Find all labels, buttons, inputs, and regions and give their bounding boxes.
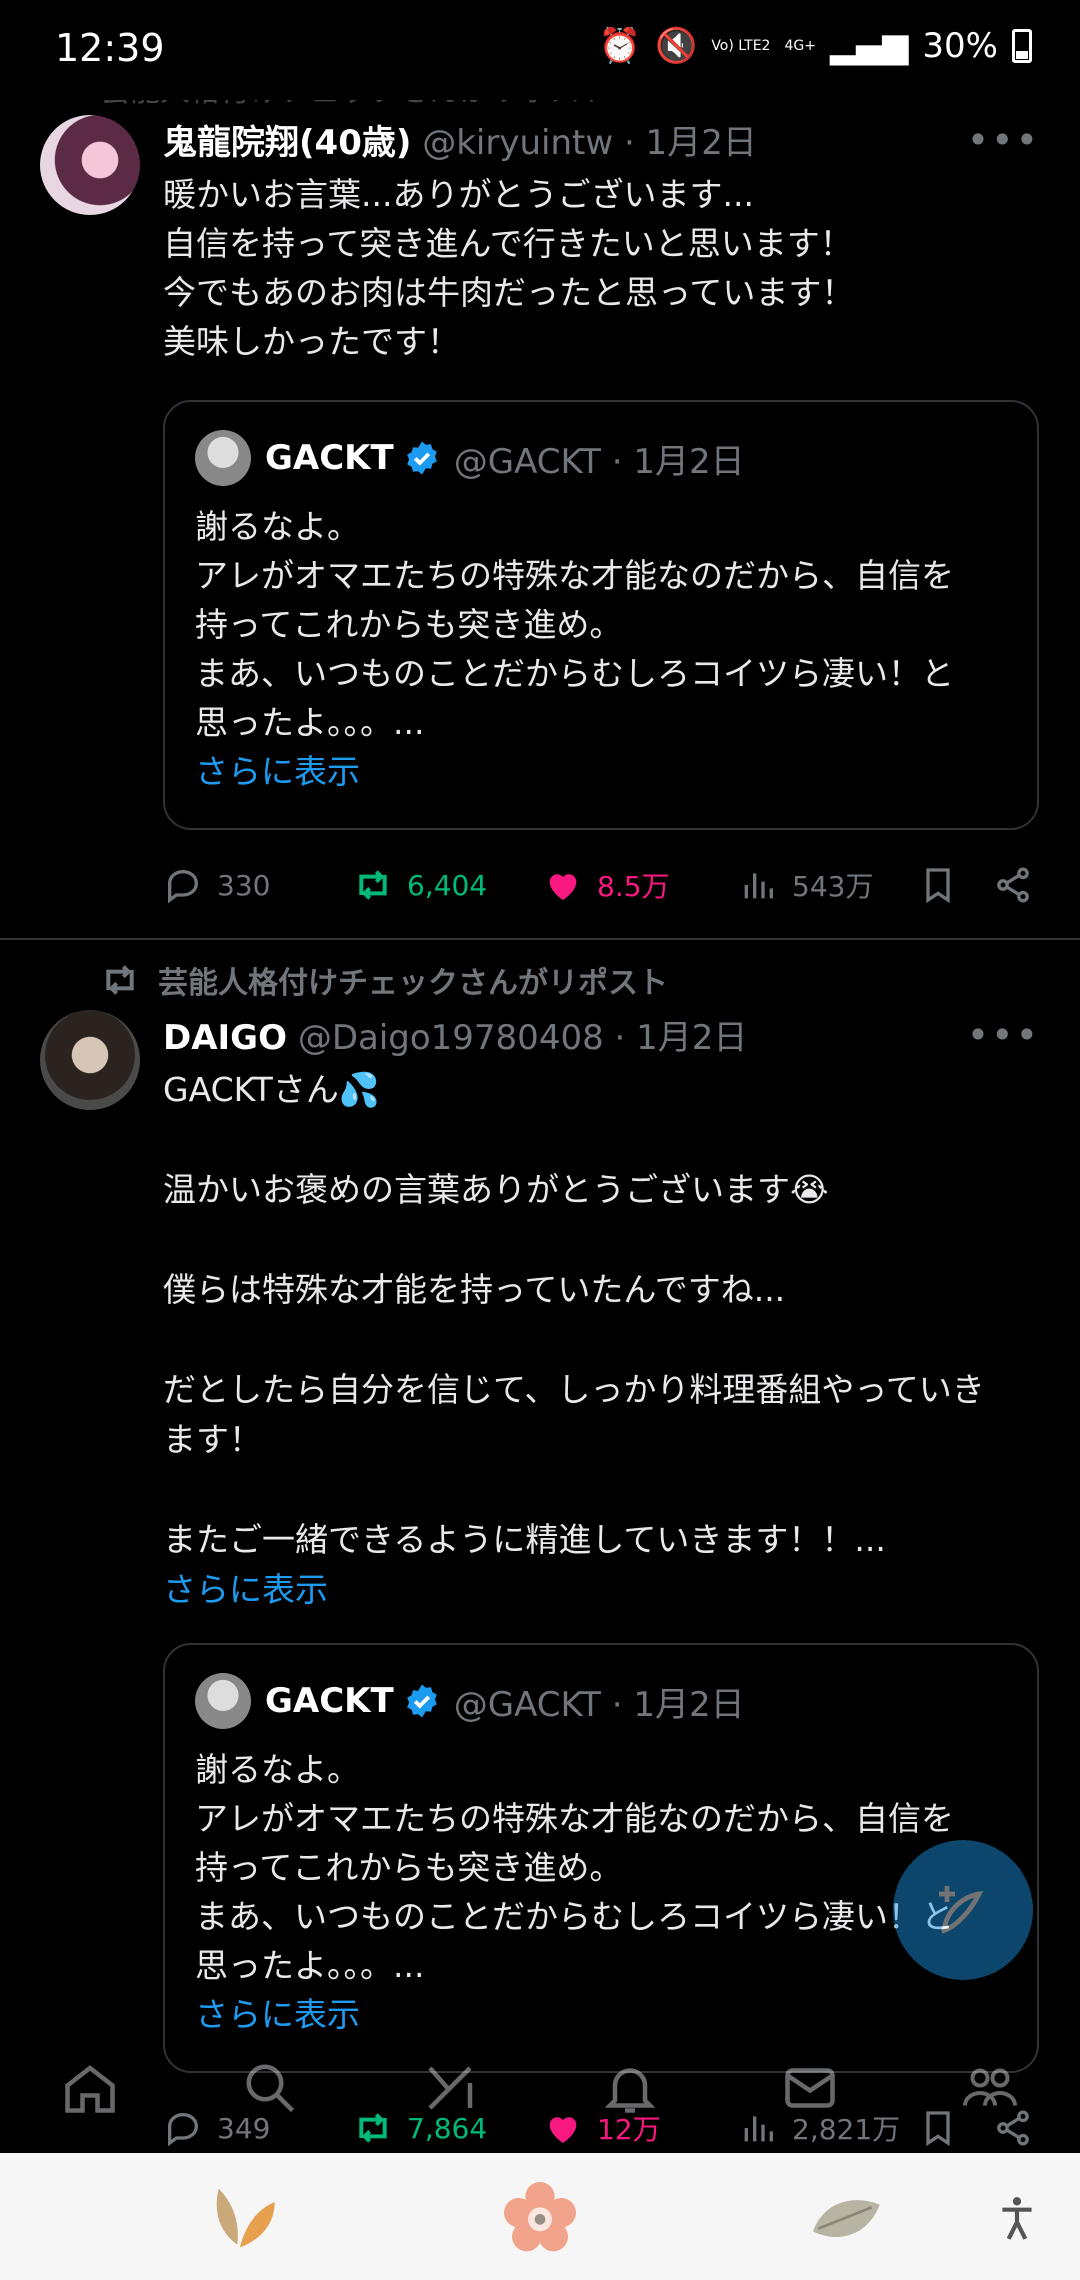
quote-line: 謝るなよ。 <box>195 1750 360 1789</box>
communities-icon[interactable] <box>960 2058 1020 2118</box>
verified-badge-icon <box>406 441 437 475</box>
quote-header: GACKT @GACKT · 1月2日 <box>195 1673 745 1729</box>
signal-icon: ▂▄▆ <box>829 26 909 66</box>
quote-line: 思ったよ。。。... <box>195 1946 425 1985</box>
quote-author-handle: @GACKT · 1月2日 <box>453 441 745 482</box>
mute-icon: 🔇 <box>654 26 698 66</box>
quoted-tweet[interactable]: GACKT @GACKT · 1月2日 謝るなよ。 アレがオマエたちの特殊な才能… <box>163 1643 1039 2073</box>
author-handle[interactable]: @Daigo19780408 · 1月2日 <box>298 1018 748 1058</box>
divider <box>0 938 1080 940</box>
tweet-actions: 330 6,404 8.5万 543万 <box>163 855 1043 915</box>
network-4g-label: 4G+ <box>784 37 816 54</box>
repost-button[interactable]: 6,404 <box>353 865 543 905</box>
alarm-icon: ⏰ <box>598 26 641 66</box>
bookmark-button[interactable] <box>918 865 993 905</box>
author-name[interactable]: DAIGO <box>163 1018 287 1058</box>
accessibility-icon[interactable] <box>992 2193 1042 2243</box>
quote-author-handle: @GACKT · 1月2日 <box>453 1684 745 1725</box>
views-icon <box>744 873 773 899</box>
battery-icon <box>1012 29 1032 63</box>
like-count: 8.5万 <box>597 870 670 903</box>
reply-count: 330 <box>217 868 271 902</box>
bottom-navigation <box>0 2025 1080 2150</box>
avatar[interactable] <box>40 1010 140 1110</box>
share-button[interactable] <box>993 865 1033 905</box>
status-icons: ⏰ 🔇 Vo) LTE2 4G+ ▂▄▆ 30% <box>599 26 1032 66</box>
share-icon <box>997 867 1029 903</box>
quote-line: まあ、いつものことだからむしろコイツら凄い！と <box>195 1897 954 1936</box>
leaf-pair-icon[interactable] <box>200 2178 280 2258</box>
like-button[interactable]: 8.5万 <box>543 865 738 905</box>
quote-author-name: GACKT <box>265 1681 394 1721</box>
quote-text: 謝るなよ。 アレがオマエたちの特殊な才能なのだから、自信を 持ってこれからも突き… <box>195 502 1015 796</box>
tweet-line: 僕らは特殊な才能を持っていたんですね... <box>163 1270 786 1309</box>
more-options-icon[interactable]: ••• <box>967 118 1040 162</box>
quote-avatar <box>195 430 251 486</box>
quote-author-name: GACKT <box>265 438 394 478</box>
quote-line: 思ったよ。。。... <box>195 703 425 742</box>
tweet-header: DAIGO @Daigo19780408 · 1月2日 <box>163 1010 747 1059</box>
quote-avatar <box>195 1673 251 1729</box>
quote-line: 持ってこれからも突き進め。 <box>195 605 623 644</box>
bookmark-icon <box>926 868 950 904</box>
messages-icon[interactable] <box>780 2058 840 2118</box>
quote-header: GACKT @GACKT · 1月2日 <box>195 430 745 486</box>
tweet-line: 美味しかったです！ <box>163 322 460 361</box>
tweet-line: ます！ <box>163 1420 262 1459</box>
tweet-line: 暖かいお言葉...ありがとうございます... <box>163 175 754 214</box>
network-label: Vo) LTE2 <box>711 37 771 54</box>
more-options-icon[interactable]: ••• <box>967 1013 1040 1057</box>
show-more-link[interactable]: さらに表示 <box>195 747 1015 796</box>
tweet-header: 鬼龍院翔(40歳) @kiryuintw · 1月2日 <box>163 115 757 164</box>
repost-label: 芸能人格付けチェックさんがリポスト <box>100 958 668 1002</box>
author-name[interactable]: 鬼龍院翔(40歳) <box>163 123 411 163</box>
quote-line: 謝るなよ。 <box>195 507 360 546</box>
tweet[interactable]: 鬼龍院翔(40歳) @kiryuintw · 1月2日 ••• 暖かいお言葉..… <box>0 0 1080 940</box>
system-bottom-bar <box>0 2153 1080 2280</box>
battery-percent: 30% <box>922 26 998 66</box>
quote-line: アレがオマエたちの特殊な才能なのだから、自信を <box>195 1799 954 1838</box>
compose-icon <box>939 1886 984 1934</box>
tweet-text: 暖かいお言葉...ありがとうございます... 自信を持って突き進んで行きたいと思… <box>163 170 1043 366</box>
home-icon[interactable] <box>60 2058 120 2118</box>
show-more-link[interactable]: さらに表示 <box>163 1565 1043 1615</box>
heart-icon <box>549 874 577 900</box>
search-icon[interactable] <box>240 2058 300 2118</box>
repost-icon <box>359 870 387 900</box>
tweet-line: またご一緒できるように精進していきます！！... <box>163 1520 886 1559</box>
repost-count: 6,404 <box>407 868 488 902</box>
tweet-line: 温かいお褒めの言葉ありがとうございます😭 <box>163 1170 829 1209</box>
tweet-line: 自信を持って突き進んで行きたいと思います！ <box>163 224 853 263</box>
tweet[interactable]: DAIGO @Daigo19780408 · 1月2日 ••• GACKTさん💦… <box>0 1000 1080 2147</box>
notifications-icon[interactable] <box>600 2058 660 2118</box>
reply-icon <box>168 869 199 904</box>
quote-line: まあ、いつものことだからむしろコイツら凄い！と <box>195 654 954 693</box>
status-bar: 12:39 ⏰ 🔇 Vo) LTE2 4G+ ▂▄▆ 30% <box>0 0 1080 100</box>
tweet-line: 今でもあのお肉は牛肉だったと思っています！ <box>163 273 855 312</box>
tweet-line: GACKTさん💦 <box>163 1070 380 1109</box>
repost-label-text: 芸能人格付けチェックさんがリポスト <box>158 966 668 1001</box>
quote-line: アレがオマエたちの特殊な才能なのだから、自信を <box>195 556 954 595</box>
quoted-tweet[interactable]: GACKT @GACKT · 1月2日 謝るなよ。 アレがオマエたちの特殊な才能… <box>163 400 1039 830</box>
repost-icon <box>106 965 134 995</box>
tweet-text: GACKTさん💦 温かいお褒めの言葉ありがとうございます😭 僕らは特殊な才能を持… <box>163 1065 1043 1615</box>
avatar[interactable] <box>40 115 140 215</box>
reply-button[interactable]: 330 <box>163 865 353 905</box>
views-count: 543万 <box>792 870 874 903</box>
verified-badge-icon <box>406 1684 437 1718</box>
flower-icon[interactable] <box>500 2178 580 2258</box>
grok-icon[interactable] <box>420 2058 480 2118</box>
tweet-line: だとしたら自分を信じて、しっかり料理番組やっていき <box>163 1370 985 1409</box>
quote-text: 謝るなよ。 アレがオマエたちの特殊な才能なのだから、自信を 持ってこれからも突き… <box>195 1745 1015 2039</box>
leaf-icon[interactable] <box>805 2178 885 2258</box>
author-handle[interactable]: @kiryuintw · 1月2日 <box>422 123 757 163</box>
status-time: 12:39 <box>55 26 165 70</box>
compose-button[interactable] <box>893 1840 1033 1980</box>
quote-line: 持ってこれからも突き進め。 <box>195 1848 623 1887</box>
views-button[interactable]: 543万 <box>738 865 918 905</box>
